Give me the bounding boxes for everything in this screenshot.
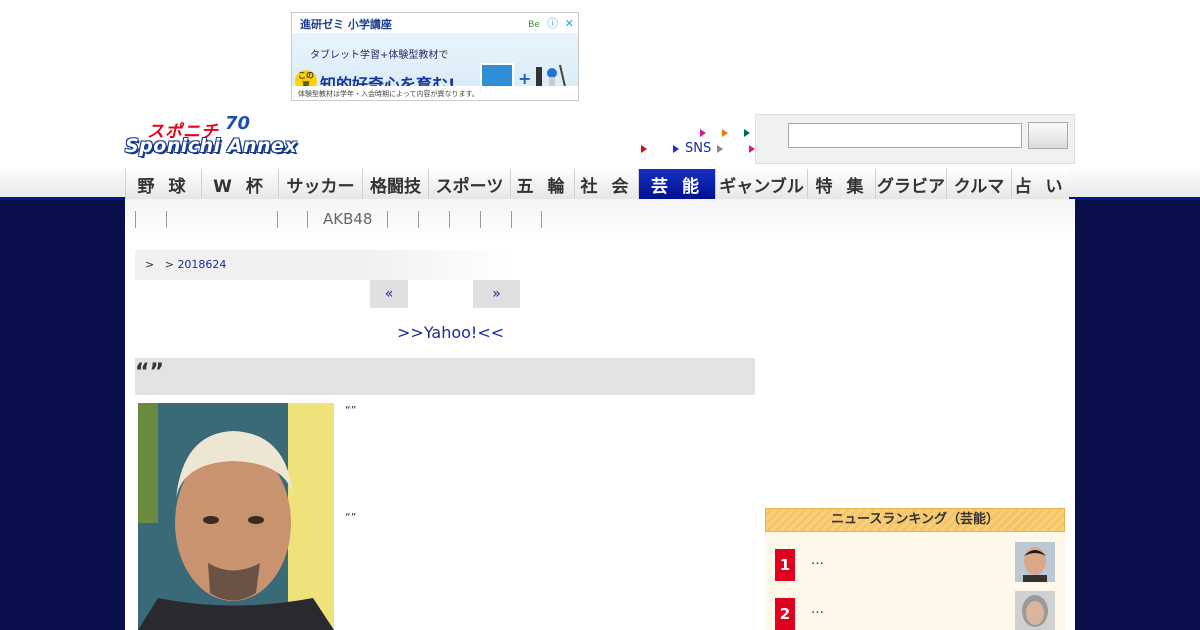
article-caption: “”	[345, 404, 357, 417]
breadcrumb-separator: >	[164, 258, 174, 271]
yahoo-link[interactable]: >>Yahoo!<<	[397, 323, 504, 342]
ranking-thumbnail[interactable]	[1015, 542, 1055, 582]
article-title: “”	[135, 358, 755, 395]
subnav-divider	[166, 211, 167, 228]
subnav-divider	[480, 211, 481, 228]
subnav-divider	[135, 211, 136, 228]
subnav-divider	[511, 211, 512, 228]
link-arrow-icon[interactable]	[641, 144, 647, 153]
ranking-list: 1 … 2 …	[765, 532, 1065, 630]
ad-controls: Be ⓘ ✕	[528, 15, 574, 31]
ad-footnote: 体験型教材は学年・入会時期によって内容が異なります。	[292, 86, 578, 100]
rank-number: 1	[775, 549, 795, 581]
link-arrow-icon[interactable]	[717, 144, 724, 153]
ad-info-icon[interactable]: ⓘ	[547, 17, 558, 30]
breadcrumb-date[interactable]: 2018624	[177, 258, 226, 271]
site-logo[interactable]: スポニチ 70 Sponichi Annex	[125, 113, 317, 163]
nav-cars[interactable]: クルマ	[946, 169, 1011, 199]
ad-brand: 進研ゼミ 小学講座	[300, 18, 392, 31]
breadcrumb: > > 2018624	[135, 250, 510, 280]
ranking-item-link[interactable]: …	[811, 602, 824, 617]
nav-society[interactable]: 社 会	[574, 169, 638, 199]
nav-olympics[interactable]: 五 輪	[510, 169, 574, 199]
subnav-divider	[418, 211, 419, 228]
main-nav: 野 球 W 杯 サッカー 格闘技 スポーツ 五 輪 社 会 芸 能 ギャンブル …	[125, 169, 1069, 199]
ad-close-icon[interactable]: ✕	[565, 17, 574, 30]
main-content: AKB48 > > 2018624 « » >>Yahoo!<< “” “” “…	[125, 199, 1075, 630]
subnav-akb48[interactable]: AKB48	[323, 210, 372, 228]
nav-fortune[interactable]: 占 い	[1011, 169, 1069, 199]
ad-bee-logo: Be	[528, 20, 540, 30]
search-area	[755, 114, 1075, 164]
ad-tagline: タブレット学習+体験型教材で	[310, 50, 449, 61]
nav-world-cup[interactable]: W 杯	[201, 169, 278, 199]
article-photo[interactable]	[138, 403, 334, 630]
link-arrow-icon[interactable]	[744, 129, 751, 137]
prev-article-button[interactable]: «	[370, 280, 408, 308]
subnav-divider	[541, 211, 542, 228]
sns-link[interactable]: SNS	[685, 141, 711, 156]
article-caption: “”	[345, 511, 357, 524]
logo-sponichi-annex: Sponichi Annex	[125, 135, 298, 157]
nav-features[interactable]: 特 集	[807, 169, 875, 199]
nav-gravure[interactable]: グラビア	[875, 169, 946, 199]
ranking-thumbnail[interactable]	[1015, 591, 1055, 630]
next-article-button[interactable]: »	[473, 280, 520, 308]
breadcrumb-separator: >	[145, 258, 155, 271]
nav-martial-arts[interactable]: 格闘技	[362, 169, 428, 199]
sns-link-row: SNS	[641, 141, 761, 156]
ranking-item-link[interactable]: …	[811, 553, 824, 568]
subnav-divider	[307, 211, 308, 228]
search-input[interactable]	[788, 123, 1022, 148]
link-arrow-icon[interactable]	[722, 129, 729, 137]
header-link-row	[700, 122, 761, 141]
subnav-divider	[277, 211, 278, 228]
ranking-heading: ニュースランキング（芸能）	[765, 508, 1065, 532]
subnav-divider	[449, 211, 450, 228]
search-button[interactable]	[1028, 122, 1068, 149]
nav-baseball[interactable]: 野 球	[125, 169, 201, 199]
nav-soccer[interactable]: サッカー	[278, 169, 362, 199]
nav-gambling[interactable]: ギャンブル	[715, 169, 807, 199]
nav-sports[interactable]: スポーツ	[428, 169, 510, 199]
link-arrow-icon	[673, 144, 679, 153]
link-arrow-icon[interactable]	[700, 129, 706, 137]
advertisement-banner[interactable]: 進研ゼミ 小学講座 Be ⓘ ✕ タブレット学習+体験型教材で この夏 知的好奇…	[291, 12, 579, 101]
ad-header: 進研ゼミ 小学講座 Be ⓘ ✕	[292, 13, 578, 33]
subnav-divider	[387, 211, 388, 228]
sub-nav	[125, 199, 1075, 239]
nav-entertainment[interactable]: 芸 能	[638, 169, 715, 199]
rank-number: 2	[775, 598, 795, 630]
logo-70th-anniversary: 70	[225, 113, 251, 134]
